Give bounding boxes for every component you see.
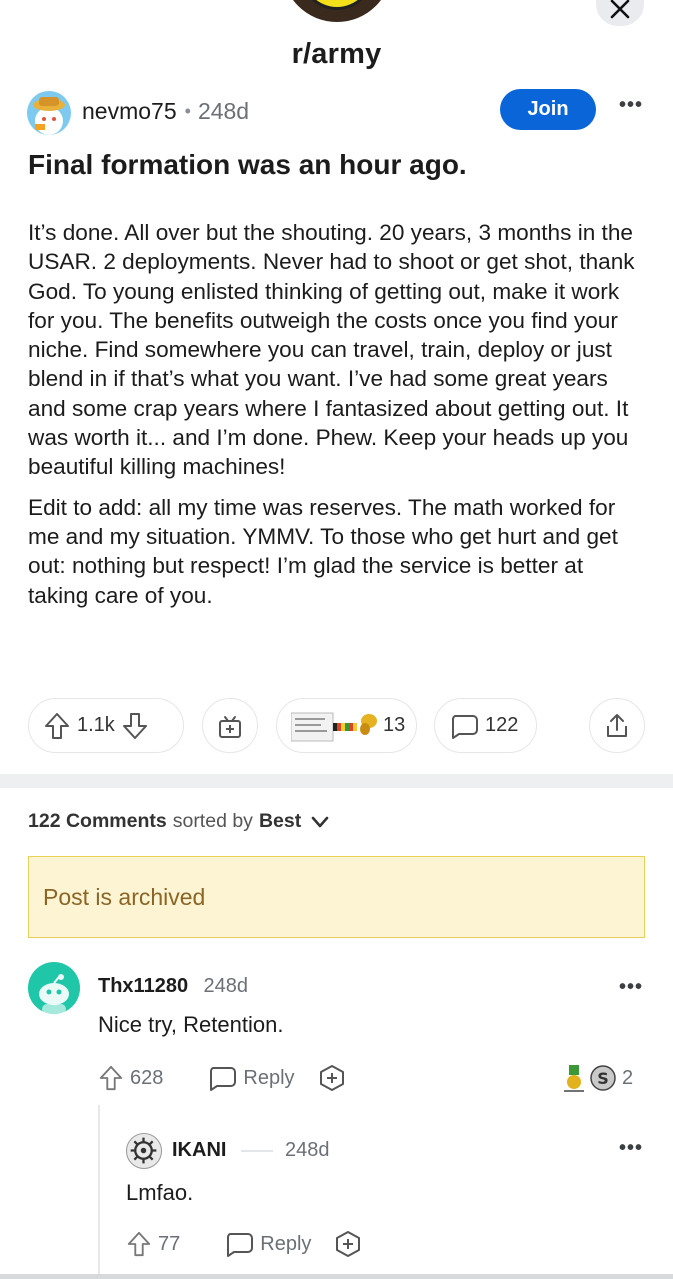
comment-author[interactable]: Thx11280 [98,975,188,997]
archived-notice-text: Post is archived [43,883,206,910]
reply-age: 248d [285,1139,330,1161]
join-button[interactable]: Join [500,89,596,130]
vote-pill: 1.1k [28,698,184,753]
comments-count: 122 [485,714,519,736]
post-body-paragraph-2: Edit to add: all my time was reserves. T… [28,494,618,608]
award-plus-icon[interactable] [333,1229,363,1259]
flair-placeholder [241,1150,273,1152]
thread-line[interactable] [98,1105,100,1279]
sorted-by-label: sorted by [172,810,253,832]
separator-dot: • [184,101,191,121]
chevron-down-icon[interactable] [309,812,331,832]
post-age: 248d [197,98,250,124]
reply-more-options-icon[interactable]: ••• [619,1137,643,1160]
upvote-icon[interactable] [43,711,71,741]
upvote-icon[interactable] [126,1230,152,1258]
award-medal-icon [564,1065,584,1092]
comment-icon [451,714,478,739]
close-icon [610,0,630,19]
downvote-icon[interactable] [121,711,149,741]
post-more-options-icon[interactable]: ••• [619,94,643,117]
comment-vote-count: 628 [130,1066,164,1089]
share-button[interactable] [589,698,645,753]
reply-avatar[interactable] [126,1133,162,1169]
awards-count: 13 [383,714,406,736]
reply-author[interactable]: IKANI [172,1139,226,1161]
comment-awards[interactable]: S 2 [562,1063,633,1093]
award-silver-icon: S [590,1065,616,1091]
subreddit-avatar [282,0,392,22]
close-button[interactable] [596,0,644,26]
comment-awards-count: 2 [622,1066,634,1089]
comments-count-label: 122 Comments [28,810,167,832]
gift-icon [219,715,241,738]
award-plus-icon[interactable] [317,1063,347,1093]
archived-notice: Post is archived [28,856,645,938]
upvote-icon[interactable] [98,1064,124,1092]
reply-icon[interactable] [224,1230,254,1258]
award-button[interactable] [202,698,258,753]
post-body: It’s done. All over but the shouting. 20… [28,218,648,621]
comments-button[interactable]: 122 [434,698,537,753]
awards-icons [291,712,377,741]
bottom-edge [0,1274,673,1279]
awards-pill[interactable]: 13 [276,698,417,753]
svg-text:S: S [597,1069,609,1088]
section-divider [0,774,673,788]
post-vote-count: 1.1k [77,714,115,736]
comment-text: Nice try, Retention. [98,1012,284,1037]
author-avatar[interactable] [27,91,71,135]
comment-avatar[interactable] [28,962,80,1014]
reply-button[interactable]: Reply [243,1067,294,1090]
post-body-paragraph-1: It’s done. All over but the shouting. 20… [28,220,635,480]
post-title: Final formation was an hour ago. [28,149,467,180]
comment-age: 248d [203,975,249,997]
author-name[interactable]: nevmo75 [82,98,177,125]
comments-sort[interactable]: 122 Comments sorted by Best [28,810,331,833]
reply-icon[interactable] [207,1064,237,1092]
reply-text: Lmfao. [126,1180,194,1205]
subreddit-title[interactable]: r/army [0,38,673,71]
reply-button[interactable]: Reply [260,1233,311,1256]
share-icon [607,713,627,737]
reply-vote-count: 77 [158,1232,181,1255]
sort-value[interactable]: Best [259,810,301,833]
comment-more-options-icon[interactable]: ••• [619,976,643,999]
